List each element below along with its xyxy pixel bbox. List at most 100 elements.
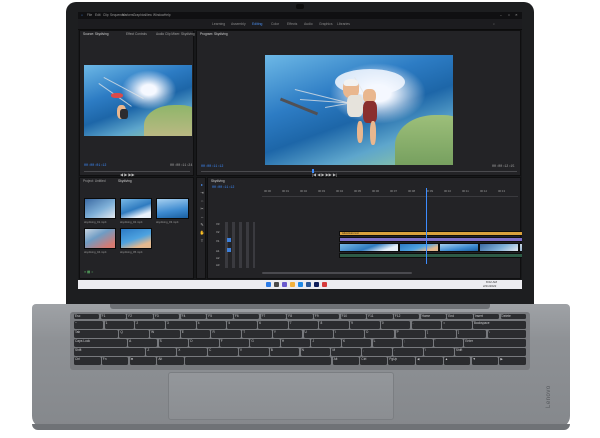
keyboard-key[interactable]: V [238,348,269,356]
tab-program[interactable]: Program: Skydiving [200,32,228,36]
keyboard-key[interactable]: Alt [157,357,184,365]
spacebar-key[interactable] [185,357,332,365]
keyboard-key[interactable]: 8 [319,321,349,329]
edge-icon[interactable] [298,282,303,287]
keyboard-key[interactable]: Shift [74,348,146,356]
keyboard-key[interactable]: Backspace [472,321,526,329]
timeline-playhead[interactable] [426,188,427,264]
razor-tool-icon[interactable]: ✂ [199,206,205,212]
keyboard-key[interactable]: Y [272,330,303,338]
title-clip[interactable]: Adventure text [339,231,522,236]
track-target-button[interactable] [227,238,231,242]
clip-thumbnail[interactable] [120,198,152,219]
hand-tool-icon[interactable]: ✋ [199,230,205,236]
menu-edit[interactable]: Edit [95,12,101,19]
keyboard-key[interactable]: - [411,321,442,329]
keyboard-key[interactable]: Esc [74,314,100,319]
clip-thumbnail[interactable] [156,198,189,219]
keyboard-key[interactable]: S [158,339,188,347]
keyboard-key[interactable]: H [280,339,311,347]
keyboard-key[interactable]: Fn [101,357,129,365]
keyboard-key[interactable]: . [393,348,423,356]
menu-clip[interactable]: Clip [103,12,109,19]
keyboard-key[interactable]: F5 [207,314,233,319]
keyboard-key[interactable]: Delete [500,314,526,319]
tab-project[interactable]: Project: Untitled [83,179,106,183]
list-view-icon[interactable]: ≡ ▦ ○ [84,270,93,275]
keyboard-key[interactable]: K [342,339,372,347]
keyboard-key[interactable]: T [242,330,272,338]
keyboard-key[interactable]: F7 [260,314,287,319]
store-icon[interactable] [306,282,311,287]
keyboard-key[interactable]: Insert [473,314,500,319]
menu-graphics[interactable]: Graphics [133,12,146,19]
keyboard-key[interactable]: Z [146,348,176,356]
keyboard-key[interactable]: F2 [127,314,153,319]
keyboard-key[interactable]: M [331,348,362,356]
clip-thumbnail[interactable] [120,228,152,249]
keyboard-key[interactable]: Shift [454,348,526,356]
selection-tool-icon[interactable]: ▸ [199,182,205,188]
keyboard-key[interactable]: 0 [380,321,411,329]
clip-thumbnail[interactable] [84,228,116,249]
keyboard-key[interactable]: PgUp [388,357,415,365]
keyboard-key[interactable]: D [189,339,219,347]
keyboard-key[interactable]: F9 [313,314,340,319]
workspace-editing[interactable]: Editing [252,21,262,27]
keyboard-key[interactable]: 5 [227,321,257,329]
workspace-audio[interactable]: Audio [304,21,313,27]
keyboard-key[interactable]: F [219,339,250,347]
workspace-assembly[interactable]: Assembly [231,21,246,27]
keyboard-key[interactable]: F10 [340,314,367,319]
keyboard-key[interactable]: [ [426,330,456,338]
timeline-video-clip[interactable] [519,243,522,252]
keyboard-key[interactable]: F11 [367,314,393,319]
menu-window[interactable]: Window [153,12,164,19]
app-icon[interactable] [322,282,327,287]
touchpad[interactable] [168,372,394,420]
keyboard-key[interactable]: F6 [233,314,260,319]
keyboard-key[interactable]: F4 [180,314,207,319]
keyboard-key[interactable]: Home [420,314,447,319]
keyboard-key[interactable]: G [250,339,280,347]
close-icon[interactable]: ✕ [515,12,518,19]
keyboard-key[interactable]: ~ [74,321,104,329]
tab-source[interactable]: Source: Skydiving [83,32,109,36]
timeline-video-clip[interactable] [479,243,519,252]
track-target-button[interactable] [227,248,231,252]
timeline-video-clip[interactable] [399,243,439,252]
keyboard-key[interactable]: ⊞ [129,357,157,365]
program-scrub-bar[interactable] [201,171,517,172]
menu-file[interactable]: File [87,12,92,19]
tab-audio-clip-mixer[interactable]: Audio Clip Mixer: Skydiving [156,32,195,36]
keyboard-key[interactable]: 7 [288,321,319,329]
keyboard-key[interactable]: Caps Lock [74,339,127,347]
keyboard-key[interactable]: N [300,348,331,356]
start-icon[interactable] [266,282,271,287]
keyboard-key[interactable]: 6 [258,321,288,329]
timeline-video-clip[interactable] [339,243,399,252]
keyboard-key[interactable]: E [180,330,211,338]
audio-clip[interactable] [339,253,522,258]
track-toggle-buttons[interactable] [225,222,255,268]
keyboard-key[interactable]: F8 [287,314,313,319]
keyboard-key[interactable]: F3 [153,314,180,319]
type-tool-icon[interactable]: T [199,238,205,244]
search-icon[interactable] [274,282,279,287]
search-icon[interactable]: ⌕ [493,21,495,27]
time-ruler[interactable]: 00:00 00:01 00:02 00:03 00:04 00:05 00:0… [262,188,518,197]
keyboard-key[interactable]: A [128,339,158,347]
keyboard-key[interactable]: Tab [74,330,119,338]
keyboard-key[interactable]: ▼ [471,357,499,365]
keyboard-key[interactable]: B [269,348,300,356]
keyboard-key[interactable]: 4 [196,321,227,329]
menu-help[interactable]: Help [164,12,171,19]
keyboard-key[interactable]: Ctrl [74,357,101,365]
clip-thumbnail[interactable] [84,198,116,219]
keyboard-key[interactable]: I [334,330,364,338]
keyboard-key[interactable]: / [423,348,454,356]
keyboard-key[interactable]: J [311,339,341,347]
pen-tool-icon[interactable]: ✎ [199,222,205,228]
premiere-pro-icon[interactable] [314,282,319,287]
keyboard-key[interactable]: , [362,348,392,356]
